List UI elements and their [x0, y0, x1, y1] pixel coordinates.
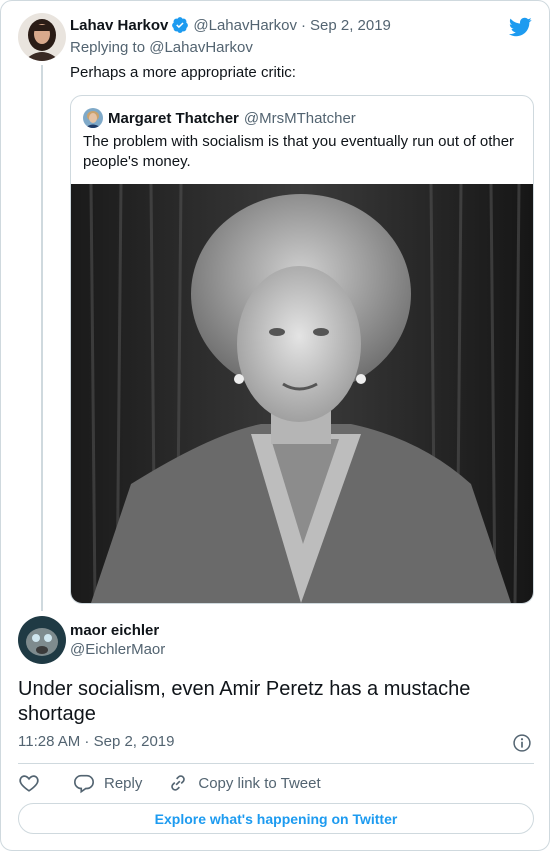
tweet-embed: Lahav Harkov @LahavHarkov · Sep 2, 2019 … — [0, 0, 550, 851]
quoted-avatar — [83, 108, 103, 128]
copy-link-button[interactable]: Copy link to Tweet — [167, 772, 321, 794]
link-icon — [171, 775, 186, 791]
heart-icon — [19, 775, 39, 792]
reply-icon — [74, 774, 94, 794]
tweet-text: Under socialism, even Amir Peretz has a … — [18, 678, 471, 725]
reply-label: Reply — [104, 774, 143, 792]
quoted-author-name[interactable]: Margaret Thatcher — [108, 110, 239, 127]
quoted-author-handle[interactable]: @MrsMThatcher — [244, 110, 356, 127]
reply-button[interactable]: Reply — [73, 772, 142, 794]
parent-author-row: Lahav Harkov @LahavHarkov · Sep 2, 2019 — [70, 16, 391, 34]
avatar[interactable] — [18, 616, 66, 664]
tweet-date[interactable]: Sep 2, 2019 — [310, 17, 391, 34]
quoted-tweet-card[interactable]: Margaret Thatcher @MrsMThatcher The prob… — [70, 95, 534, 604]
info-icon[interactable] — [512, 733, 532, 753]
author-handle[interactable]: @EichlerMaor — [70, 641, 165, 658]
action-bar: Reply Copy link to Tweet — [18, 771, 321, 795]
replying-to-link[interactable]: @LahavHarkov — [149, 39, 253, 56]
copy-link-label: Copy link to Tweet — [198, 774, 321, 792]
quoted-author-row: Margaret Thatcher @MrsMThatcher — [83, 108, 356, 128]
quoted-tweet-photo[interactable] — [71, 184, 533, 603]
author-name[interactable]: maor eichler — [70, 622, 159, 639]
quoted-tweet-text: The problem with socialism is that you e… — [83, 133, 515, 170]
twitter-bird-icon[interactable] — [508, 15, 532, 39]
replying-to: Replying to @LahavHarkov — [70, 39, 253, 56]
avatar[interactable] — [18, 13, 66, 61]
separator-dot: · — [301, 16, 306, 34]
like-button[interactable] — [18, 772, 40, 794]
thread-line — [41, 65, 43, 611]
tweet-timestamp[interactable]: 11:28 AM · Sep 2, 2019 — [18, 733, 175, 750]
divider — [18, 763, 534, 764]
author-name[interactable]: Lahav Harkov — [70, 17, 168, 34]
author-handle[interactable]: @LahavHarkov — [193, 17, 297, 34]
replying-prefix: Replying to — [70, 39, 146, 56]
explore-twitter-button[interactable]: Explore what's happening on Twitter — [18, 803, 534, 834]
parent-tweet-text: Perhaps a more appropriate critic: — [70, 64, 296, 81]
verified-badge-icon — [172, 17, 189, 33]
